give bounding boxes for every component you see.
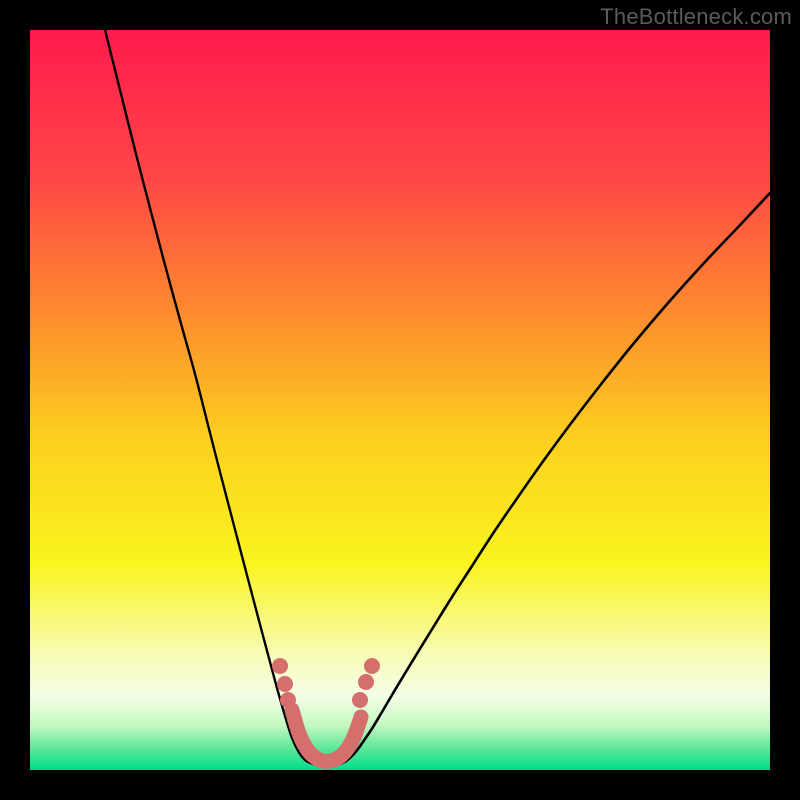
chart-svg (30, 30, 770, 770)
gradient-background (30, 30, 770, 770)
marker-dot (272, 658, 288, 674)
marker-dot (358, 674, 374, 690)
marker-dot (352, 692, 368, 708)
marker-dot (280, 692, 296, 708)
chart-frame: TheBottleneck.com (0, 0, 800, 800)
plot-area (30, 30, 770, 770)
marker-dot (364, 658, 380, 674)
marker-dot (277, 676, 293, 692)
watermark-text: TheBottleneck.com (600, 4, 792, 30)
